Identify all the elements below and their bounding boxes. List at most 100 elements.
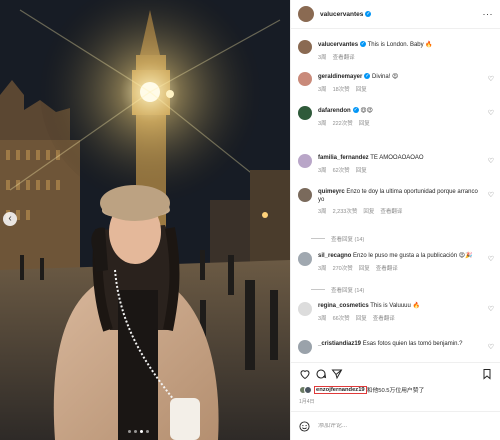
post-header: valucervantes ✓ ··· [291,0,500,29]
commenter-avatar[interactable] [298,252,312,266]
liker-avatar [304,385,312,394]
heart-icon[interactable]: ♡ [488,75,494,83]
carousel-dot [140,430,143,433]
comment-text: Divina! 😍 [372,74,399,80]
heart-icon[interactable]: ♡ [488,191,494,199]
comment-meta: 3周 66次赞 回复 查看翻译 [318,316,483,324]
comment-body: valucervantes ✓ This is London. Baby 🔥 3周查… [318,41,483,62]
post-side-panel: valucervantes ✓ ··· valucervantes ✓ This … [290,0,500,440]
comment-meta: 3周 270次赞 回复 查看翻译 [318,266,483,274]
comment-username[interactable]: _cristiandiaz19 [318,341,361,347]
add-comment-bar [291,411,500,440]
heart-icon[interactable]: ♡ [488,109,494,117]
previous-photo-button[interactable]: ‹ [3,212,17,226]
emoji-icon[interactable] [299,420,310,432]
comment-body: dafarendon ✓ 😍😍 3周 222次赞 回复 [318,107,483,128]
comment-username[interactable]: sil_recagno [318,253,351,259]
carousel-dot [134,430,137,433]
comment-icon[interactable] [315,368,327,380]
author-avatar[interactable] [298,6,314,22]
comment-body: quimeyrc Enzo te doy la ultima oportunid… [318,189,483,217]
comment-username[interactable]: quimeyrc [318,189,345,195]
heart-icon[interactable]: ♡ [488,255,494,263]
comment-body: regina_cosmetics This is Valuuuu 🔥 3周 66次赞… [318,303,483,323]
liker-username[interactable]: enzojfernandez19 [314,385,367,394]
carousel-indicator [128,430,149,433]
commenter-avatar[interactable] [298,72,312,86]
comment-text: This is Valuuuu 🔥 [370,303,420,309]
reply-button[interactable]: 回复 [359,266,370,274]
comment-time: 3周 [318,54,327,61]
comment-meta: 3周 18次赞 回复 [318,87,483,95]
post-actions-bar [291,362,500,384]
translate-button[interactable]: 查看翻译 [333,55,355,63]
comment-meta: 3周 查看翻译 [318,55,483,63]
heart-icon[interactable]: ♡ [488,305,494,313]
comment-username[interactable]: valucervantes [318,42,358,48]
comment-body: _cristiandiaz19 Esas fotos quien las tom… [318,341,483,349]
commenter-avatar[interactable] [298,302,312,316]
heart-icon[interactable]: ♡ [488,157,494,165]
commenter-avatar[interactable] [298,106,312,120]
author-username[interactable]: valucervantes [320,11,363,18]
translate-button[interactable]: 查看翻译 [380,209,402,217]
heart-icon[interactable]: ♡ [488,343,494,351]
verified-badge-icon: ✓ [364,73,371,79]
comment-body: geraldinemayer ✓ Divina! 😍 3周 18次赞 回复 [318,73,483,94]
comment-username[interactable]: dafarendon [318,108,351,114]
comment-likes[interactable]: 270次赞 [333,266,353,274]
comment-likes[interactable]: 62次赞 [333,168,350,176]
comment-username[interactable]: regina_cosmetics [318,303,369,309]
comment-time: 3周 [318,167,327,174]
commenter-avatar[interactable] [298,40,312,54]
comment-body: sil_recagno Enzo le puso me gusta a la p… [318,253,483,273]
comment-meta: 3周 62次赞 回复 [318,168,483,176]
share-icon[interactable] [331,368,343,380]
reply-button[interactable]: 回复 [363,209,374,217]
translate-button[interactable]: 查看翻译 [373,316,395,324]
comment-likes[interactable]: 2,233次赞 [333,209,358,217]
verified-badge-icon: ✓ [365,11,372,17]
comment-time: 3周 [318,86,327,93]
verified-badge-icon: ✓ [360,41,367,47]
commenter-avatar[interactable] [298,154,312,168]
likes-summary: enzojfernandez19 和他50.5万位用户赞了 [299,385,424,394]
comments-list[interactable]: valucervantes ✓ This is London. Baby 🔥 3周查… [291,30,500,385]
heart-icon[interactable] [299,368,311,380]
verified-badge-icon: ✓ [352,107,359,113]
commenter-avatar[interactable] [298,188,312,202]
chevron-left-icon: ‹ [8,213,12,224]
comment-time: 3周 [318,265,327,272]
comment-body: familia_fernandez TE AMOOAOAOAO 3周 62次赞 回复 [318,155,483,175]
comment-time: 3周 [318,209,327,215]
london-night-photo [0,0,290,440]
comment-text: This is London. Baby 🔥 [367,42,433,48]
commenter-avatar[interactable] [298,340,312,354]
comment-username[interactable]: geraldinemayer [318,74,362,80]
comment-meta: 3周 222次赞 回复 [318,121,483,129]
bookmark-icon[interactable] [481,368,493,380]
add-comment-input[interactable] [318,423,468,429]
comment-text: TE AMOOAOAOAO [370,155,424,161]
comment-likes[interactable]: 222次赞 [333,121,353,129]
comment-username[interactable]: familia_fernandez [318,155,369,161]
reply-button[interactable]: 回复 [356,87,367,95]
comment-likes[interactable]: 66次赞 [333,316,350,324]
view-replies-button[interactable]: 查看回复 (14) [311,235,364,243]
comment-time: 3周 [318,315,327,322]
reply-button[interactable]: 回复 [356,316,367,324]
ellipsis-icon[interactable]: ··· [483,9,494,19]
comment-meta: 3周 2,233次赞 回复 查看翻译 [318,209,483,217]
carousel-dot [128,430,131,433]
reply-button[interactable]: 回复 [356,168,367,176]
comment-likes[interactable]: 18次赞 [333,87,350,95]
translate-button[interactable]: 查看翻译 [376,266,398,274]
post-photo: ‹ [0,0,290,440]
view-replies-button[interactable]: 查看回复 (14) [311,286,364,294]
reply-button[interactable]: 回复 [359,121,370,129]
carousel-dot [146,430,149,433]
post-date: 1月4日 [299,399,315,405]
comment-text: Enzo le puso me gusta a la publicación 😍… [353,253,473,259]
likes-count-text[interactable]: 和他50.5万位用户赞了 [367,385,425,394]
comment-text: 😍😍 [360,108,373,114]
